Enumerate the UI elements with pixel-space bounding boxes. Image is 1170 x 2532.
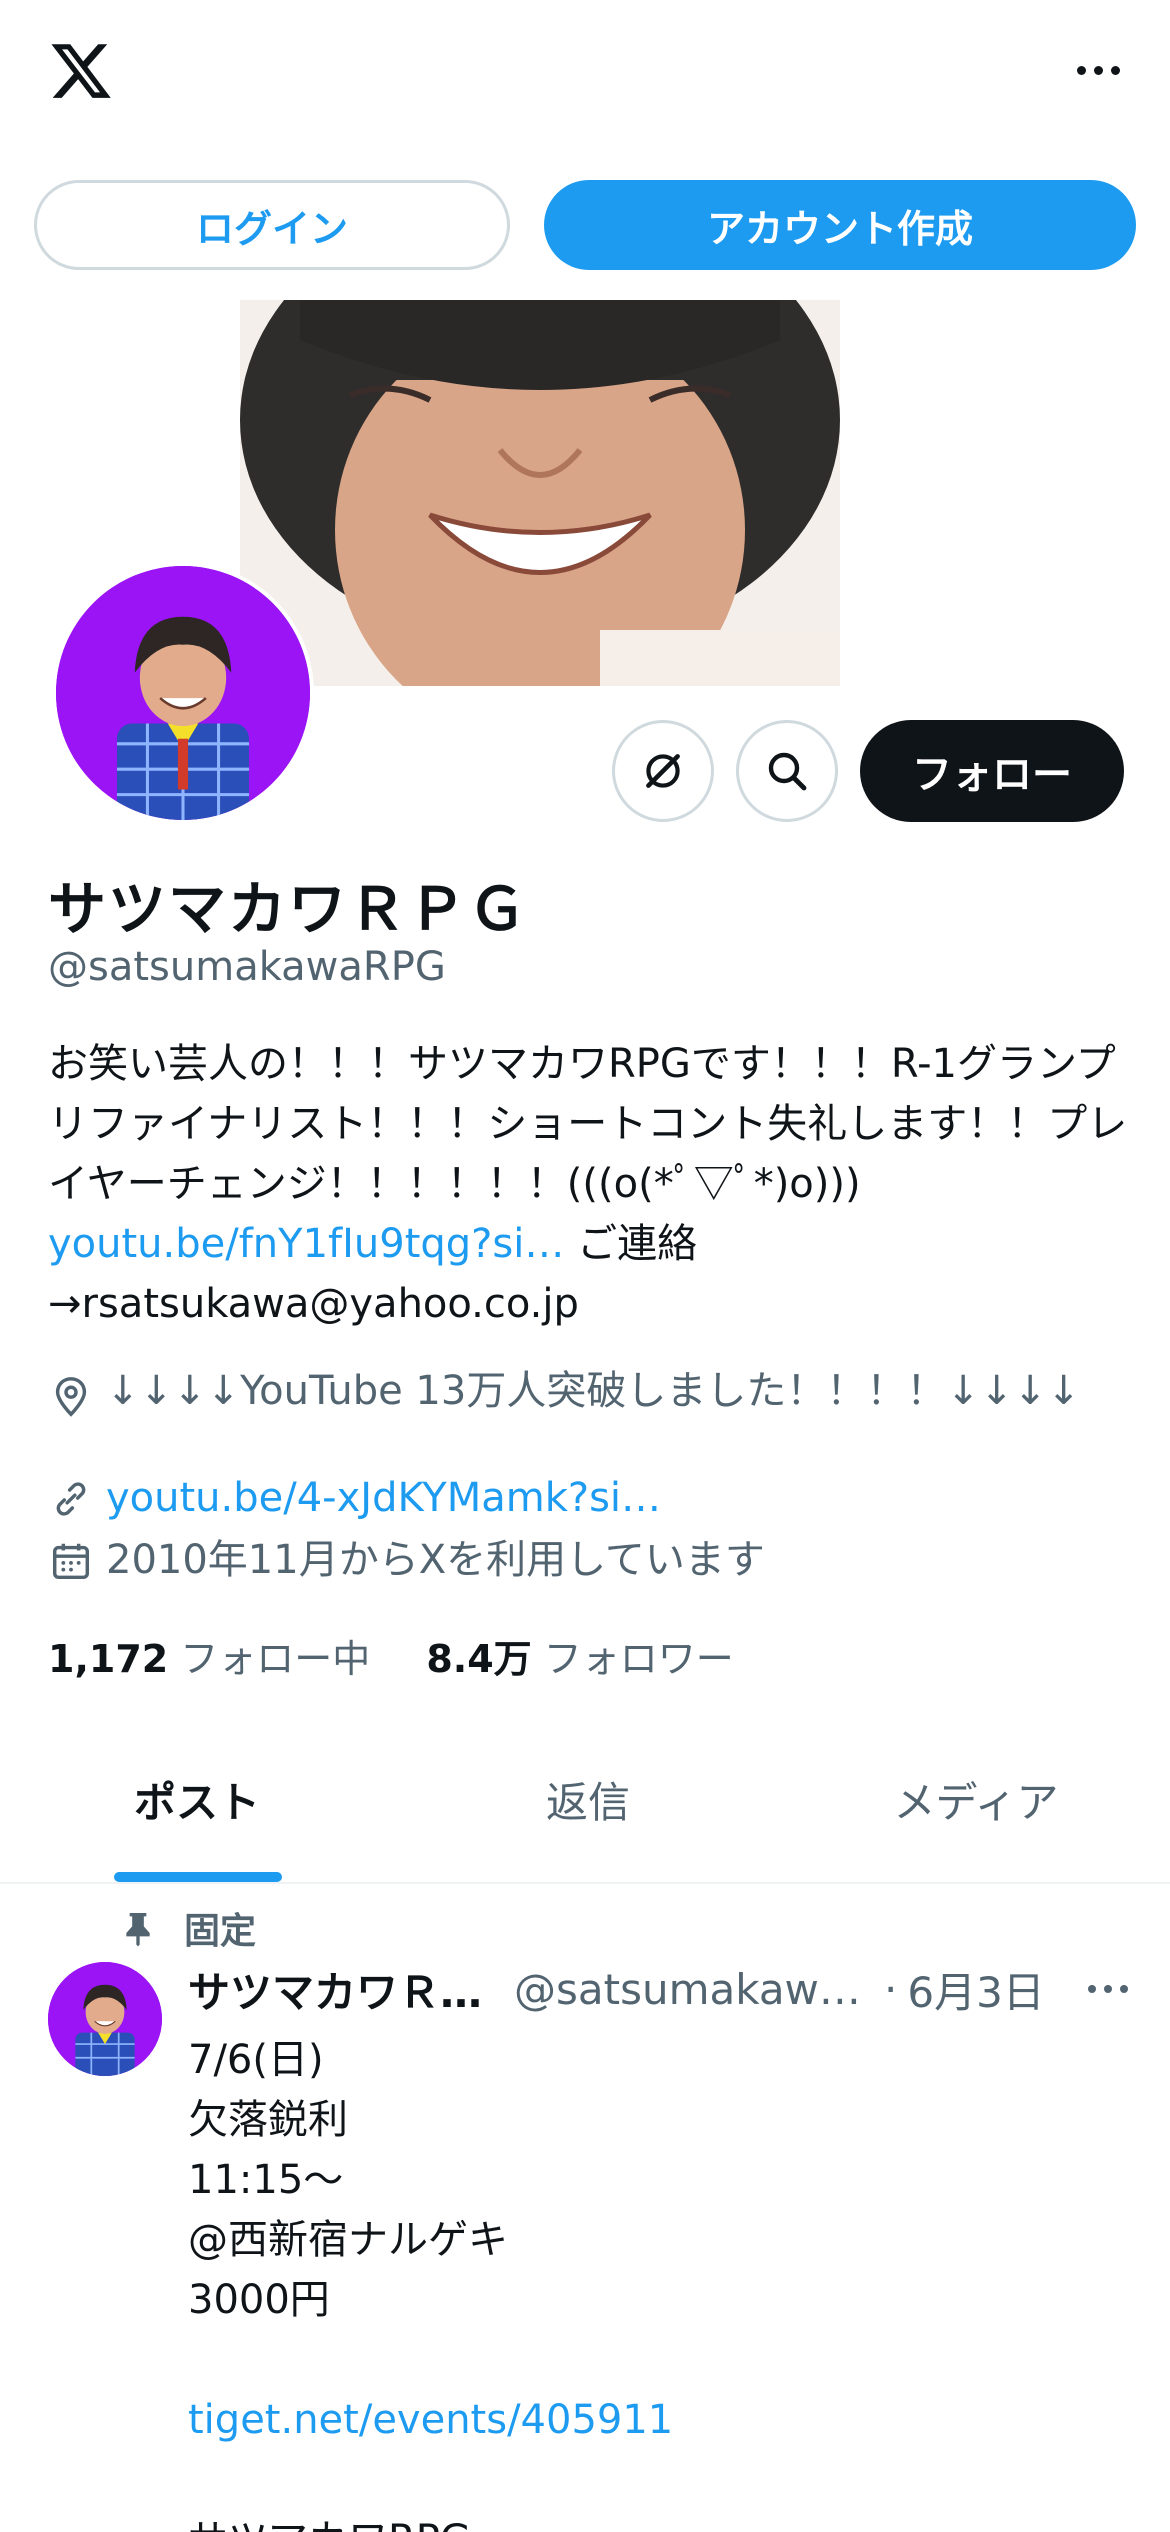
post-date[interactable]: 6月3日 (907, 1959, 1044, 2020)
bio-text: お笑い芸人の！！！サツマカワRPGです！！！R-1グランプリファイナリスト！！！… (48, 1041, 1128, 1207)
profile-location: ↓↓↓↓YouTube 13万人突破しました！！！！↓↓↓↓ (48, 1368, 1128, 1420)
profile-url: youtu.be/4-xJdKYMamk?si… (48, 1470, 1128, 1526)
post-author-avatar[interactable] (48, 1962, 162, 2076)
auth-buttons: ログイン アカウント作成 (34, 180, 1136, 270)
post-spacer (188, 2330, 1128, 2390)
active-tab-indicator (114, 1872, 282, 1882)
joined-text: 2010年11月からXを利用しています (106, 1537, 765, 1583)
profile-handle: @satsumakawaRPG (48, 944, 446, 990)
profile-banner[interactable] (240, 300, 840, 686)
tab-replies-label: 返信 (545, 1777, 630, 1827)
following-link[interactable]: 1,172 フォロー中 (48, 1628, 370, 1683)
search-icon (768, 752, 807, 791)
profile-avatar[interactable] (52, 562, 314, 824)
profile-name: サツマカワＲＰＧ (48, 875, 529, 943)
x-logo-icon[interactable] (48, 38, 114, 104)
login-button[interactable]: ログイン (34, 180, 510, 270)
tab-replies[interactable]: 返信 (394, 1716, 782, 1882)
top-bar (0, 0, 1170, 150)
tab-posts[interactable]: ポスト (0, 1716, 394, 1882)
following-count: 1,172 (48, 1637, 169, 1681)
follow-button[interactable]: フォロー (860, 720, 1124, 822)
post-line: 7/6(日) (188, 2037, 324, 2083)
pin-icon (126, 1913, 150, 1947)
profile-actions: フォロー (612, 720, 1124, 822)
post-line: サツマカワRPG (188, 2510, 1128, 2532)
post-header: サツマカワＲＰＧ @satsumakawaRPG · 6月3日 (188, 1954, 1128, 2024)
more-horizontal-icon[interactable] (1088, 1985, 1128, 1993)
pinned-label: 固定 (184, 1911, 257, 1952)
post-line: 3000円 (188, 2277, 330, 2323)
more-horizontal-icon[interactable] (1040, 50, 1120, 90)
post-author-handle[interactable]: @satsumakawaRPG (514, 1965, 874, 2014)
post-link[interactable]: tiget.net/events/405911 (188, 2390, 1128, 2450)
location-pin-icon (55, 1377, 87, 1417)
signup-button[interactable]: アカウント作成 (544, 180, 1136, 270)
profile-stats: 1,172 フォロー中 8.4万 フォロワー (48, 1628, 734, 1683)
post-line: 11:15〜 (188, 2157, 344, 2203)
tab-posts-label: ポスト (134, 1777, 261, 1827)
profile-tabs: ポスト 返信 メディア (0, 1716, 1170, 1884)
post-line: 欠落鋭利 (188, 2097, 348, 2143)
followers-count: 8.4万 (426, 1637, 532, 1681)
bio-link[interactable]: youtu.be/fnY1fIu9tqg?si… (48, 1221, 564, 1267)
followers-label: フォロワー (543, 1637, 734, 1681)
location-text: ↓↓↓↓YouTube 13万人突破しました！！！！↓↓↓↓ (106, 1368, 1081, 1414)
calendar-icon (52, 1543, 90, 1580)
following-label: フォロー中 (180, 1637, 371, 1681)
separator-dot: · (884, 1964, 898, 2014)
post-body: 7/6(日) 欠落鋭利 11:15〜 @西新宿ナルゲキ 3000円 tiget.… (188, 2030, 1128, 2532)
profile-page: ログイン アカウント作成 フォロー サツマカワＲＰＧ @satsumakawaR… (0, 0, 1170, 2532)
grok-icon-button[interactable] (612, 720, 714, 822)
post-spacer (188, 2450, 1128, 2510)
followers-link[interactable]: 8.4万 フォロワー (426, 1628, 733, 1683)
search-button[interactable] (736, 720, 838, 822)
link-icon (56, 1482, 86, 1516)
tab-media-label: メディア (893, 1777, 1059, 1827)
bio-contact-prefix: ご連絡 (564, 1221, 698, 1267)
pinned-indicator: 固定 (118, 1902, 256, 1954)
post-line: @西新宿ナルゲキ (188, 2217, 508, 2263)
bio-contact: →rsatsukawa@yahoo.co.jp (48, 1281, 579, 1327)
tab-media[interactable]: メディア (782, 1716, 1170, 1882)
profile-bio: お笑い芸人の！！！サツマカワRPGです！！！R-1グランプリファイナリスト！！！… (48, 1034, 1128, 1334)
profile-joined: 2010年11月からXを利用しています (48, 1532, 1128, 1588)
post-author-name[interactable]: サツマカワＲＰＧ (188, 1959, 488, 2020)
grok-icon (646, 754, 680, 788)
profile-url-link[interactable]: youtu.be/4-xJdKYMamk?si… (106, 1470, 661, 1526)
